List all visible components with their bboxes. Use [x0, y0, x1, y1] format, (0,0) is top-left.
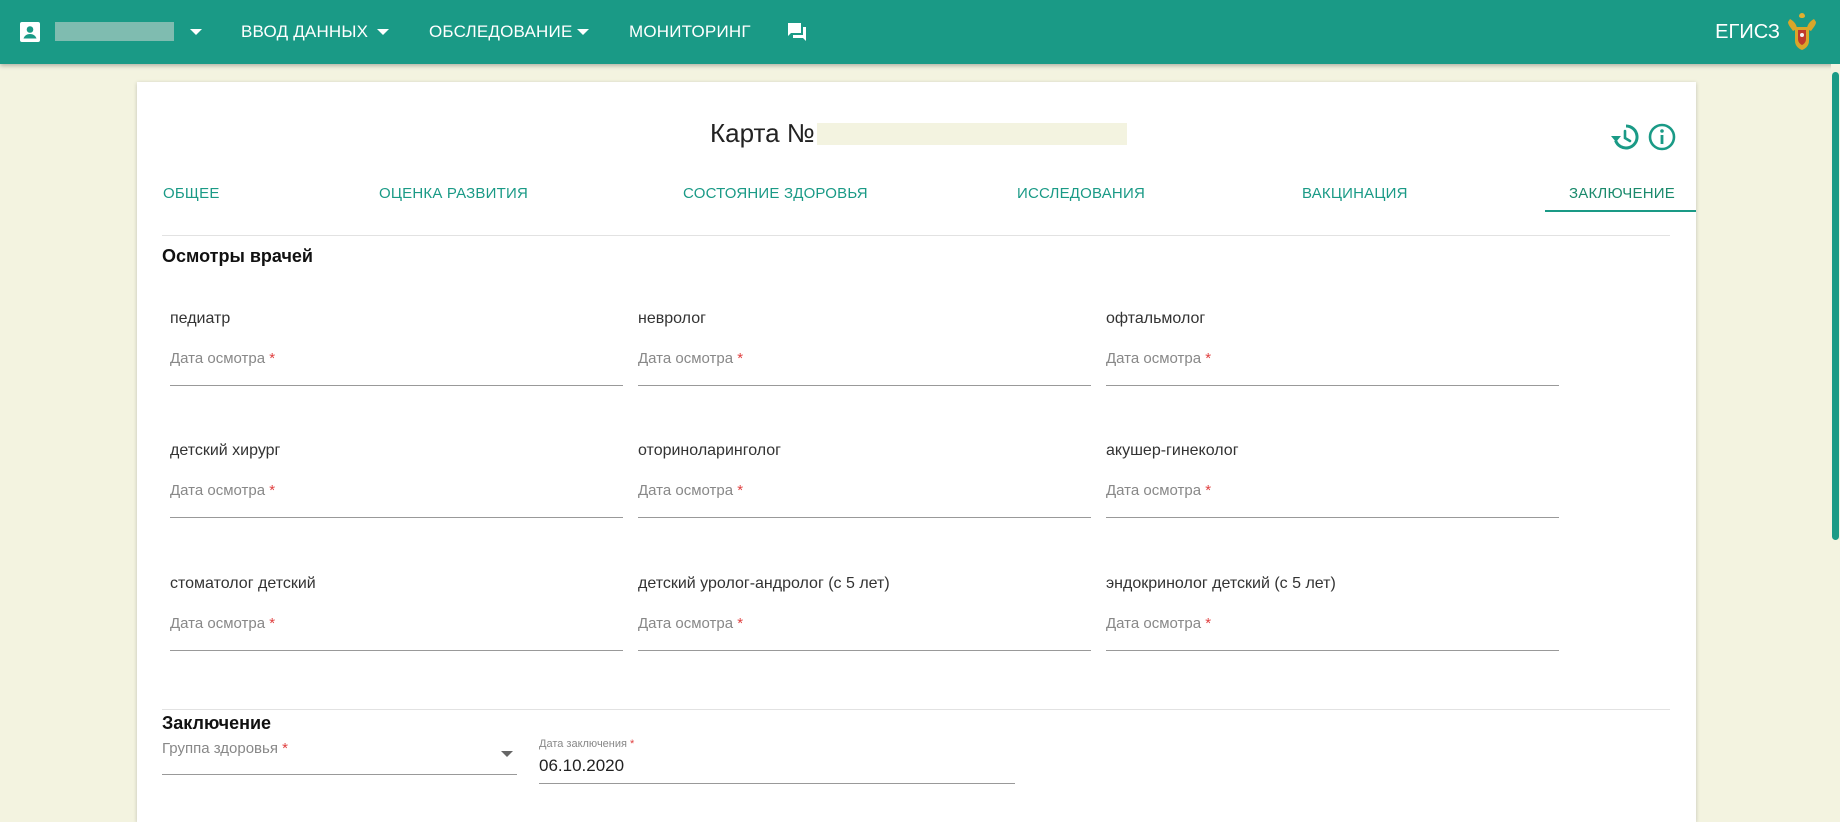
user-menu-dropdown[interactable]	[190, 0, 202, 64]
exam-field[interactable]: акушер-гинеколог Дата осмотра *	[1106, 442, 1559, 542]
exam-date-label: Дата осмотра *	[170, 350, 276, 367]
chat-icon	[788, 23, 806, 41]
menu-label: Обследование	[429, 22, 573, 41]
active-tab-indicator	[1545, 210, 1696, 212]
field-underline	[638, 385, 1091, 386]
chevron-down-icon	[377, 29, 389, 35]
conclusion-date-value: 06.10.2020	[539, 756, 625, 775]
field-underline	[638, 650, 1091, 651]
field-underline	[170, 517, 623, 518]
card-number-redacted	[816, 122, 1127, 145]
conclusion-date-field[interactable]: Дата заключения * 06.10.2020	[539, 738, 1015, 796]
field-underline	[638, 517, 1091, 518]
exam-date-label: Дата осмотра *	[638, 350, 744, 367]
tab-label: Заключение	[1569, 184, 1675, 202]
doctor-name: акушер-гинеколог	[1106, 442, 1239, 459]
menu-data-entry[interactable]: Ввод данных	[241, 0, 368, 64]
exam-field[interactable]: педиатр Дата осмотра *	[170, 310, 623, 410]
doctor-name: оториноларинголог	[638, 442, 781, 459]
menu-examination[interactable]: Обследование	[429, 0, 572, 64]
field-underline	[162, 774, 517, 775]
doctor-name: стоматолог детский	[170, 575, 316, 592]
field-underline	[170, 385, 623, 386]
menu-label: Мониторинг	[629, 22, 751, 41]
doctor-name: детский уролог-андролог (с 5 лет)	[638, 575, 890, 592]
exam-field[interactable]: эндокринолог детский (с 5 лет) Дата осмот…	[1106, 575, 1559, 675]
tab-research[interactable]: Исследования	[1017, 168, 1145, 218]
field-underline	[1106, 385, 1559, 386]
section-divider	[162, 235, 1670, 236]
tab-general[interactable]: Общее	[163, 168, 220, 218]
tab-development-assessment[interactable]: Оценка развития	[379, 168, 528, 218]
chevron-down-icon	[190, 29, 202, 35]
field-underline	[539, 783, 1015, 784]
health-group-select[interactable]: Группа здоровья *	[162, 740, 517, 792]
child-card-panel: Карта № Общее Оценка развития Состояние …	[137, 82, 1696, 822]
exam-field[interactable]: детский хирург Дата осмотра *	[170, 442, 623, 542]
exams-section-title: Осмотры врачей	[162, 246, 313, 266]
doctor-name: офтальмолог	[1106, 310, 1206, 327]
chevron-down-icon	[577, 29, 589, 35]
exam-field[interactable]: оториноларинголог Дата осмотра *	[638, 442, 1091, 542]
card-title: Карта №	[710, 118, 1127, 149]
exam-field[interactable]: детский уролог-андролог (с 5 лет) Дата ос…	[638, 575, 1091, 675]
card-tabs: Общее Оценка развития Состояние здоровья…	[137, 168, 1696, 218]
exam-field[interactable]: офтальмолог Дата осмотра *	[1106, 310, 1559, 410]
doctor-name: эндокринолог детский (с 5 лет)	[1106, 575, 1336, 592]
exam-date-label: Дата осмотра *	[638, 482, 744, 499]
history-icon[interactable]	[1610, 122, 1640, 152]
exam-date-label: Дата осмотра *	[170, 615, 276, 632]
info-icon[interactable]	[1647, 122, 1677, 152]
tab-health-state[interactable]: Состояние здоровья	[683, 168, 868, 218]
section-divider	[162, 709, 1670, 710]
top-app-bar: Ввод данных Обследование Мониторинг ЕГИС…	[0, 0, 1840, 64]
exam-date-label: Дата осмотра *	[1106, 350, 1212, 367]
doctor-name: детский хирург	[170, 442, 281, 459]
exam-date-label: Дата осмотра *	[170, 482, 276, 499]
field-underline	[1106, 650, 1559, 651]
user-name-redacted	[55, 22, 174, 41]
tab-label: Состояние здоровья	[683, 184, 868, 202]
exam-date-label: Дата осмотра *	[1106, 482, 1212, 499]
exam-field[interactable]: стоматолог детский Дата осмотра *	[170, 575, 623, 675]
tab-vaccination[interactable]: Вакцинация	[1302, 168, 1408, 218]
system-name: ЕГИСЗ	[1715, 20, 1780, 43]
doctor-name: невролог	[638, 310, 706, 327]
user-menu-button[interactable]	[18, 0, 42, 64]
menu-data-entry-dropdown[interactable]	[377, 0, 389, 64]
account-box-icon	[20, 22, 40, 42]
exam-date-label: Дата осмотра *	[1106, 615, 1212, 632]
tab-label: Общее	[163, 184, 220, 202]
menu-examination-dropdown[interactable]	[577, 0, 589, 64]
menu-monitoring[interactable]: Мониторинг	[629, 0, 751, 64]
health-group-label: Группа здоровья *	[162, 740, 288, 757]
tab-label: Оценка развития	[379, 184, 528, 202]
page-scrollbar-thumb[interactable]	[1832, 72, 1839, 540]
emblem-icon	[1788, 13, 1816, 50]
doctor-name: педиатр	[170, 310, 231, 327]
tab-label: Исследования	[1017, 184, 1145, 202]
field-underline	[170, 650, 623, 651]
tab-label: Вакцинация	[1302, 184, 1408, 202]
menu-label: Ввод данных	[241, 22, 369, 41]
chat-button[interactable]	[785, 0, 809, 64]
exam-date-label: Дата осмотра *	[638, 615, 744, 632]
conclusion-section-title: Заключение	[162, 713, 272, 733]
field-underline	[1106, 517, 1559, 518]
dropdown-arrow-icon	[501, 751, 513, 757]
card-title-text: Карта №	[710, 118, 815, 148]
conclusion-date-label: Дата заключения *	[539, 738, 635, 750]
exam-field[interactable]: невролог Дата осмотра *	[638, 310, 1091, 410]
